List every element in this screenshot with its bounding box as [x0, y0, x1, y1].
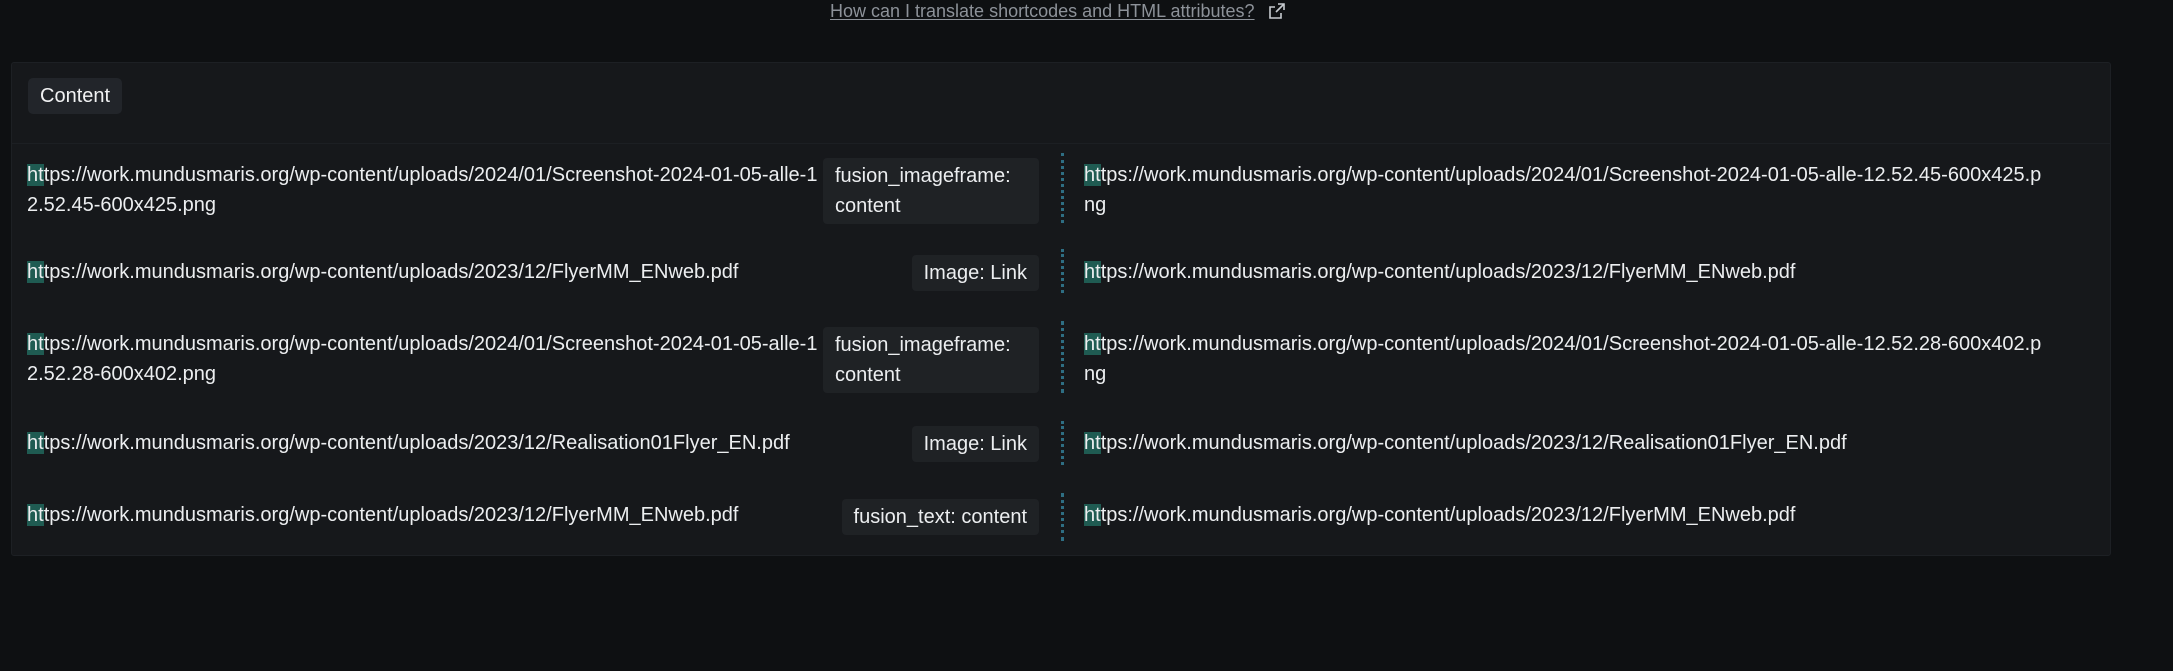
- target-text[interactable]: https://work.mundusmaris.org/wp-content/…: [1084, 257, 2044, 287]
- source-highlight: ht: [27, 333, 44, 355]
- help-link[interactable]: How can I translate shortcodes and HTML …: [830, 1, 1255, 22]
- target-highlight: ht: [1084, 261, 1101, 283]
- target-highlight: ht: [1084, 504, 1101, 526]
- context-badge: fusion_imageframe: content: [823, 158, 1039, 224]
- help-link-row: How can I translate shortcodes and HTML …: [830, 0, 1287, 22]
- source-text[interactable]: https://work.mundusmaris.org/wp-content/…: [27, 329, 827, 389]
- target-highlight: ht: [1084, 432, 1101, 454]
- external-link-icon[interactable]: [1267, 1, 1287, 21]
- source-text[interactable]: https://work.mundusmaris.org/wp-content/…: [27, 257, 827, 287]
- content-chip: Content: [28, 78, 123, 114]
- source-highlight: ht: [27, 432, 44, 454]
- target-text[interactable]: https://work.mundusmaris.org/wp-content/…: [1084, 329, 2044, 389]
- context-badge: Image: Link: [911, 255, 1039, 291]
- target-highlight: ht: [1084, 333, 1101, 355]
- content-panel: Content https://work.mundusmaris.org/wp-…: [11, 62, 2111, 556]
- target-text[interactable]: https://work.mundusmaris.org/wp-content/…: [1084, 428, 2044, 458]
- source-text-rest: tps://work.mundusmaris.org/wp-content/up…: [27, 164, 818, 216]
- target-text-rest: tps://work.mundusmaris.org/wp-content/up…: [1084, 164, 2042, 216]
- source-highlight: ht: [27, 504, 44, 526]
- context-badge: fusion_text: content: [841, 499, 1039, 535]
- target-highlight: ht: [1084, 164, 1101, 186]
- column-divider: [1061, 321, 1064, 393]
- column-divider: [1061, 493, 1064, 541]
- target-text-rest: tps://work.mundusmaris.org/wp-content/up…: [1100, 432, 1847, 454]
- column-divider: [1061, 153, 1064, 223]
- source-text-rest: tps://work.mundusmaris.org/wp-content/up…: [43, 504, 739, 526]
- target-text-rest: tps://work.mundusmaris.org/wp-content/up…: [1100, 504, 1796, 526]
- source-highlight: ht: [27, 261, 44, 283]
- context-badge: Image: Link: [911, 426, 1039, 462]
- column-divider: [1061, 421, 1064, 465]
- target-text[interactable]: https://work.mundusmaris.org/wp-content/…: [1084, 160, 2044, 220]
- source-text-rest: tps://work.mundusmaris.org/wp-content/up…: [27, 333, 818, 385]
- source-text[interactable]: https://work.mundusmaris.org/wp-content/…: [27, 428, 887, 458]
- target-text-rest: tps://work.mundusmaris.org/wp-content/up…: [1084, 333, 2042, 385]
- target-text[interactable]: https://work.mundusmaris.org/wp-content/…: [1084, 500, 2044, 530]
- source-text-rest: tps://work.mundusmaris.org/wp-content/up…: [43, 432, 790, 454]
- panel-header: Content: [12, 63, 2110, 144]
- target-text-rest: tps://work.mundusmaris.org/wp-content/up…: [1100, 261, 1796, 283]
- source-text[interactable]: https://work.mundusmaris.org/wp-content/…: [27, 500, 827, 530]
- source-highlight: ht: [27, 164, 44, 186]
- column-divider: [1061, 249, 1064, 293]
- source-text[interactable]: https://work.mundusmaris.org/wp-content/…: [27, 160, 827, 220]
- source-text-rest: tps://work.mundusmaris.org/wp-content/up…: [43, 261, 739, 283]
- context-badge: fusion_imageframe: content: [823, 327, 1039, 393]
